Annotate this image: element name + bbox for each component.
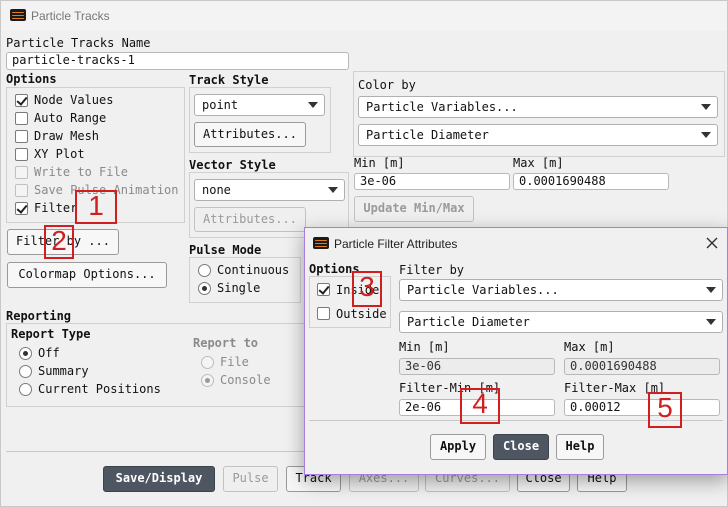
dialog-max-label: Max [m] (564, 340, 615, 354)
pulse-button: Pulse (223, 466, 278, 492)
dialog-max-value: 0.0001690488 (570, 359, 657, 373)
annotation-marker-4: 4 (460, 388, 500, 424)
single-radio[interactable] (198, 282, 211, 295)
particle-tracks-name-label: Particle Tracks Name (6, 36, 151, 50)
inside-checkbox[interactable] (317, 283, 330, 296)
color-min-input[interactable]: 3e-06 (354, 173, 510, 190)
continuous-radio[interactable] (198, 264, 211, 277)
chevron-down-icon (701, 132, 711, 138)
chevron-down-icon (706, 319, 716, 325)
report-current-positions-radio[interactable] (19, 383, 32, 396)
dialog-min-value: 3e-06 (405, 359, 442, 373)
window-title: Particle Tracks (31, 9, 110, 23)
report-off-label: Off (38, 346, 60, 360)
report-summary-label: Summary (38, 364, 89, 378)
node-values-checkbox[interactable] (15, 94, 28, 107)
filter-field-dropdown[interactable]: Particle Diameter (399, 311, 723, 333)
draw-mesh-checkbox[interactable] (15, 130, 28, 143)
report-to-label: Report to (193, 336, 259, 350)
dialog-max-input: 0.0001690488 (564, 358, 720, 375)
vector-style-label: Vector Style (189, 158, 276, 172)
vector-style-value: none (202, 183, 231, 197)
write-to-file-label: Write to File (34, 165, 128, 179)
annotation-marker-3: 3 (352, 271, 382, 307)
report-to-console-radio (201, 374, 214, 387)
outside-label: Outside (336, 307, 387, 321)
report-off-radio[interactable] (19, 347, 32, 360)
color-by-variable-value: Particle Variables... (366, 100, 518, 114)
dialog-filter-by-label: Filter by (399, 263, 465, 277)
track-style-label: Track Style (189, 73, 269, 87)
pulse-mode-label: Pulse Mode (189, 243, 262, 257)
track-style-attributes-button[interactable]: Attributes... (194, 122, 306, 147)
chevron-down-icon (328, 187, 338, 193)
app-logo-icon (10, 9, 26, 21)
filter-field-value: Particle Diameter (407, 315, 530, 329)
report-to-file-label: File (220, 355, 249, 369)
color-min-label: Min [m] (354, 156, 405, 170)
dialog-title: Particle Filter Attributes (334, 237, 458, 251)
save-pulse-animation-checkbox (15, 184, 28, 197)
report-summary-radio[interactable] (19, 365, 32, 378)
track-style-dropdown[interactable]: point (194, 94, 325, 116)
filter-checkbox[interactable] (15, 202, 28, 215)
vector-style-dropdown[interactable]: none (194, 179, 345, 201)
report-current-positions-label: Current Positions (38, 382, 161, 396)
dialog-min-input: 3e-06 (399, 358, 555, 375)
chevron-down-icon (701, 104, 711, 110)
filter-label: Filter (34, 201, 78, 215)
color-max-label: Max [m] (513, 156, 564, 170)
single-label: Single (217, 281, 261, 295)
title-bar: Particle Tracks (1, 1, 727, 31)
dialog-min-label: Min [m] (399, 340, 450, 354)
color-max-value: 0.0001690488 (519, 174, 606, 188)
color-max-input[interactable]: 0.0001690488 (513, 173, 669, 190)
annotation-marker-1: 1 (75, 190, 117, 224)
annotation-marker-2: 2 (44, 225, 74, 259)
filter-max-value: 0.00012 (570, 400, 621, 414)
app-logo-icon (313, 237, 329, 249)
color-by-field-value: Particle Diameter (366, 128, 489, 142)
filter-min-value: 2e-06 (405, 400, 442, 414)
color-by-label: Color by (358, 78, 416, 92)
filter-variable-dropdown[interactable]: Particle Variables... (399, 279, 723, 301)
close-icon[interactable] (706, 237, 718, 249)
continuous-label: Continuous (217, 263, 290, 277)
auto-range-checkbox[interactable] (15, 112, 28, 125)
node-values-label: Node Values (34, 93, 114, 107)
filter-max-input[interactable]: 0.00012 (564, 399, 720, 416)
write-to-file-checkbox (15, 166, 28, 179)
filter-variable-value: Particle Variables... (407, 283, 559, 297)
dialog-help-button[interactable]: Help (556, 434, 604, 460)
annotation-marker-5: 5 (648, 392, 682, 428)
dialog-close-button[interactable]: Close (493, 434, 549, 460)
dialog-title-bar: Particle Filter Attributes (305, 228, 727, 258)
vector-style-attributes-button: Attributes... (194, 207, 306, 232)
apply-button[interactable]: Apply (430, 434, 486, 460)
outside-checkbox[interactable] (317, 307, 330, 320)
track-style-value: point (202, 98, 239, 112)
chevron-down-icon (706, 287, 716, 293)
particle-tracks-name-value: particle-tracks-1 (12, 53, 135, 67)
save-display-button[interactable]: Save/Display (103, 466, 215, 492)
colormap-options-button[interactable]: Colormap Options... (7, 262, 167, 288)
reporting-label: Reporting (6, 309, 72, 323)
xy-plot-checkbox[interactable] (15, 148, 28, 161)
color-by-variable-dropdown[interactable]: Particle Variables... (358, 96, 718, 118)
draw-mesh-label: Draw Mesh (34, 129, 100, 143)
particle-tracks-name-input[interactable]: particle-tracks-1 (6, 52, 349, 70)
update-min-max-button: Update Min/Max (354, 196, 474, 222)
particle-filter-attributes-dialog: Particle Filter Attributes Options Insid… (304, 227, 728, 475)
report-to-file-radio (201, 356, 214, 369)
color-by-field-dropdown[interactable]: Particle Diameter (358, 124, 718, 146)
xy-plot-label: XY Plot (34, 147, 85, 161)
report-to-console-label: Console (220, 373, 271, 387)
options-label: Options (6, 72, 57, 86)
report-type-label: Report Type (11, 327, 91, 341)
auto-range-label: Auto Range (34, 111, 107, 125)
chevron-down-icon (308, 102, 318, 108)
color-min-value: 3e-06 (360, 174, 397, 188)
